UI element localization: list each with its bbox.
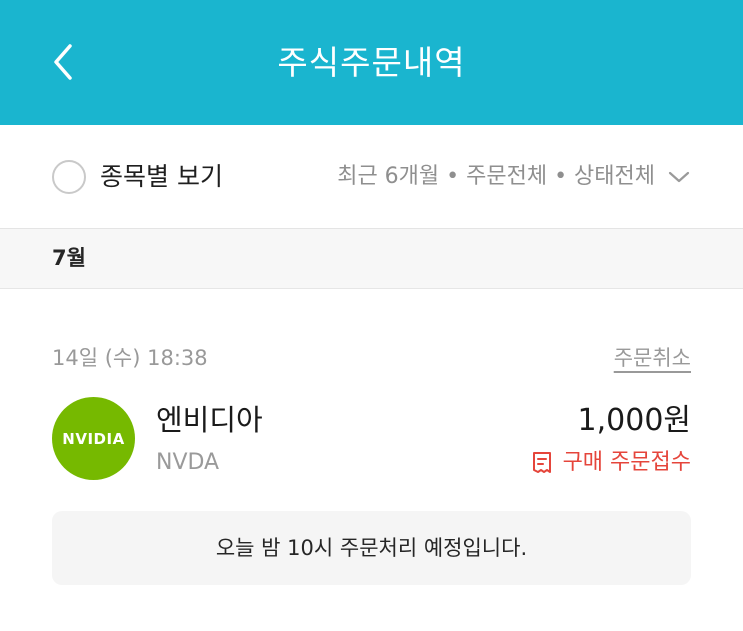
receipt-icon — [532, 452, 551, 473]
filter-dropdown[interactable]: 최근 6개월 • 주문전체 • 상태전체 — [337, 161, 691, 193]
nvidia-logo: NVIDIA — [52, 397, 135, 480]
page-title: 주식주문내역 — [277, 43, 466, 82]
radio-circle[interactable] — [52, 160, 86, 194]
logo-text: NVIDIA — [62, 429, 125, 448]
stock-ticker: NVDA — [156, 450, 220, 475]
processing-notice-text: 오늘 밤 10시 주문처리 예정입니다. — [215, 536, 528, 560]
app-header: 주식주문내역 — [0, 0, 743, 125]
view-by-stock-label: 종목별 보기 — [100, 162, 223, 191]
filter-summary-text: 최근 6개월 • 주문전체 • 상태전체 — [337, 164, 655, 189]
processing-notice: 오늘 밤 10시 주문처리 예정입니다. — [52, 511, 691, 585]
chevron-down-icon — [668, 171, 690, 183]
order-status: 구매 주문접수 — [531, 447, 691, 479]
order-amount: 1,000원 — [577, 403, 691, 438]
order-date: 14일 (수) 18:38 — [52, 346, 208, 370]
month-label: 7월 — [52, 246, 86, 270]
stock-name[interactable]: 엔비디아 — [156, 400, 263, 440]
order-status-text: 구매 주문접수 — [562, 450, 691, 475]
view-by-stock-toggle[interactable]: 종목별 보기 — [52, 160, 223, 194]
cancel-order-link[interactable]: 주문취소 — [614, 343, 691, 373]
month-section-header: 7월 — [0, 229, 743, 289]
filter-bar: 종목별 보기 최근 6개월 • 주문전체 • 상태전체 — [0, 125, 743, 229]
